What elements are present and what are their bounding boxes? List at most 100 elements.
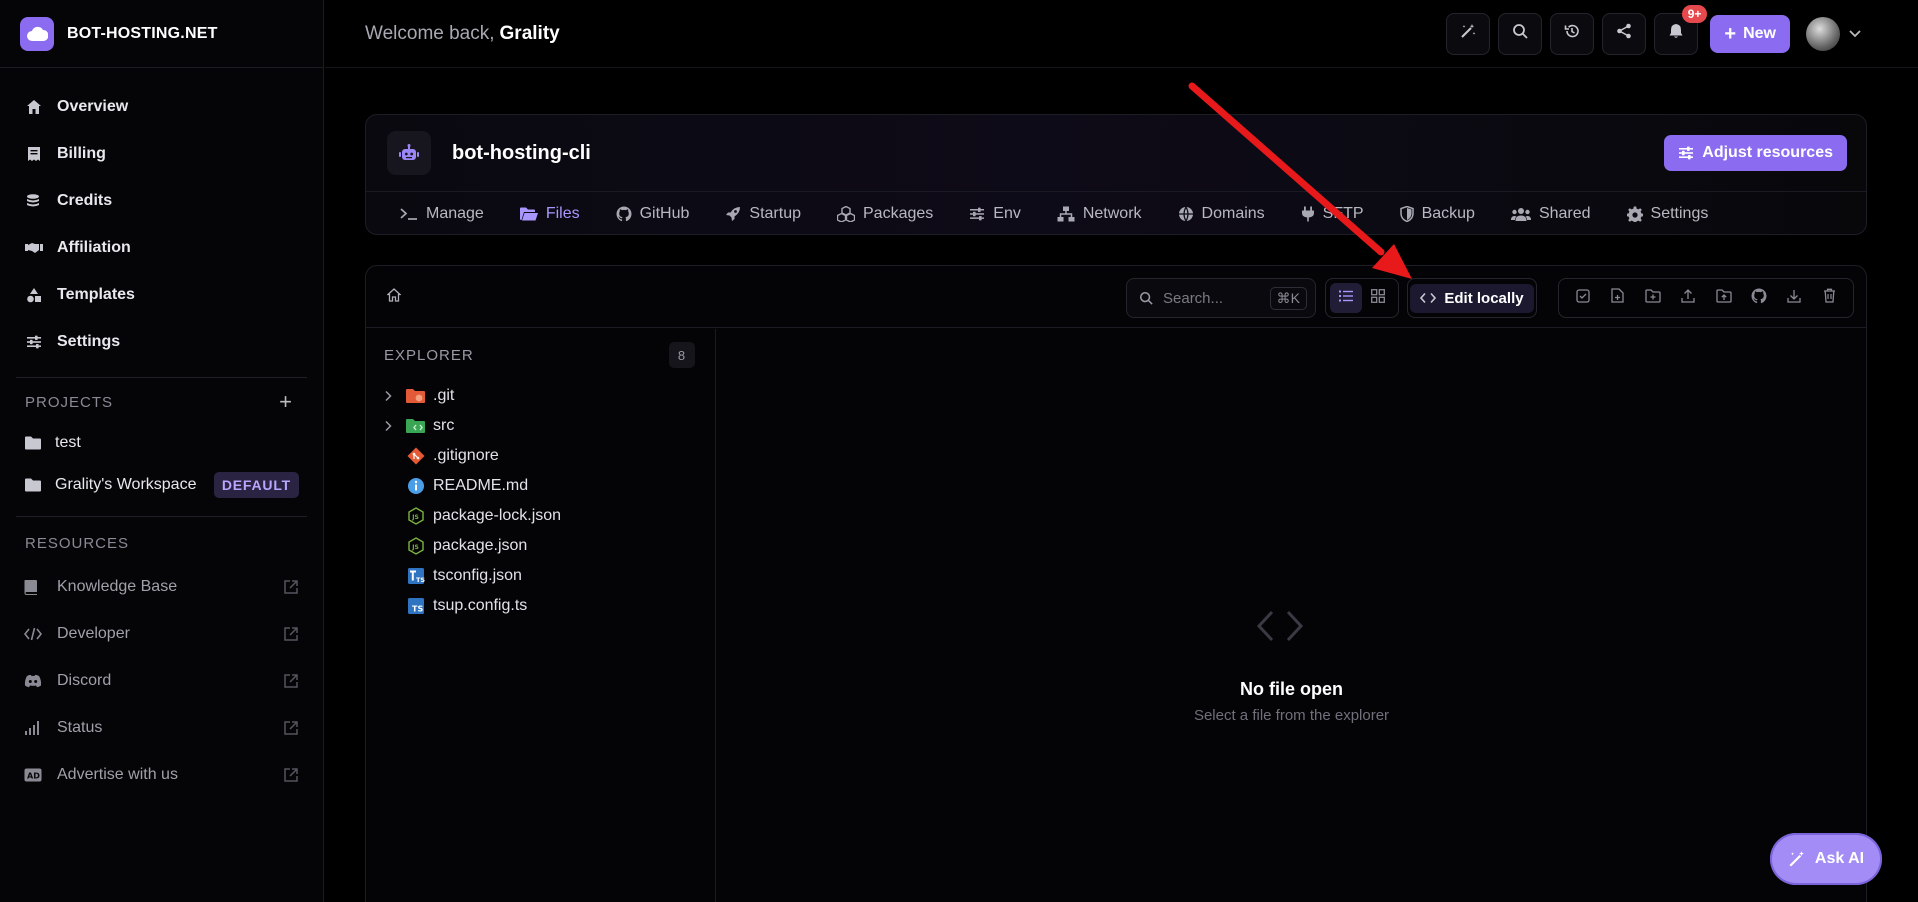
tree-file-tsup-config[interactable]: TS tsup.config.ts: [366, 591, 715, 621]
sidebar-item-billing[interactable]: Billing: [0, 130, 323, 177]
tab-env[interactable]: Env: [969, 205, 1021, 223]
projects-header: PROJECTS +: [0, 382, 323, 422]
chevron-down-icon[interactable]: [1848, 29, 1862, 39]
download-button[interactable]: [1780, 284, 1808, 312]
tab-manage[interactable]: Manage: [400, 205, 484, 223]
search-placeholder: Search...: [1163, 289, 1224, 307]
external-link-icon: [284, 673, 298, 688]
edit-locally-button[interactable]: Edit locally: [1407, 278, 1537, 318]
tab-label: SFTP: [1322, 204, 1364, 222]
tree-file-gitignore[interactable]: .gitignore: [366, 441, 715, 471]
share-button[interactable]: [1602, 12, 1647, 55]
ask-ai-button[interactable]: Ask AI: [1770, 833, 1882, 885]
tree-file-package-json[interactable]: JS package.json: [366, 531, 715, 561]
plus-icon: +: [1724, 22, 1737, 45]
receipt-icon: [24, 144, 44, 164]
chevron-right-icon[interactable]: [384, 420, 400, 432]
external-link-icon: [284, 767, 298, 782]
resource-link-discord[interactable]: Discord: [0, 657, 323, 704]
list-view-button[interactable]: [1330, 283, 1362, 313]
history-button[interactable]: [1550, 12, 1595, 55]
magic-wand-button[interactable]: [1446, 12, 1491, 55]
select-all-button[interactable]: [1569, 284, 1597, 312]
tree-file-tsconfig[interactable]: TS tsconfig.json: [366, 561, 715, 591]
info-icon: [406, 477, 426, 495]
delete-button[interactable]: [1815, 284, 1843, 312]
nodejs-icon: JS: [406, 537, 426, 555]
tab-sftp[interactable]: SFTP: [1301, 205, 1364, 223]
main-nav: Overview Billing Credits Affiliation Tem…: [0, 68, 323, 365]
sidebar-item-overview[interactable]: Overview: [0, 83, 323, 130]
bell-icon: [1668, 23, 1684, 44]
tab-shared[interactable]: Shared: [1510, 204, 1591, 223]
sidebar-item-credits[interactable]: Credits: [0, 177, 323, 224]
resource-label: Advertise with us: [57, 765, 178, 783]
tree-file-package-lock[interactable]: JS package-lock.json: [366, 501, 715, 531]
sidebar-item-settings[interactable]: Settings: [0, 318, 323, 365]
tab-backup[interactable]: Backup: [1399, 205, 1475, 223]
search-button[interactable]: [1498, 12, 1543, 55]
tab-settings[interactable]: Settings: [1626, 204, 1709, 223]
folder-open-icon: [519, 207, 538, 221]
new-file-button[interactable]: [1604, 284, 1632, 312]
project-item-test[interactable]: test: [0, 422, 323, 464]
resource-link-developer[interactable]: Developer: [0, 610, 323, 657]
new-button[interactable]: + New: [1710, 14, 1790, 53]
tab-files[interactable]: Files: [519, 205, 580, 223]
coins-icon: [24, 191, 44, 211]
new-folder-button[interactable]: [1639, 284, 1667, 312]
tab-network[interactable]: Network: [1057, 205, 1142, 223]
typescript-icon: TS: [406, 597, 426, 615]
project-item-gralitys-workspace[interactable]: Grality's Workspace DEFAULT: [0, 464, 323, 506]
sidebar-item-affiliation[interactable]: Affiliation: [0, 224, 323, 271]
tab-startup[interactable]: Startup: [725, 205, 801, 223]
add-project-plus-icon[interactable]: +: [279, 391, 293, 413]
upload-icon: [1681, 288, 1696, 308]
users-icon: [1510, 207, 1531, 221]
chevron-right-icon[interactable]: [384, 390, 400, 402]
project-label: test: [55, 434, 81, 451]
external-link-icon: [284, 720, 298, 735]
checkbox-icon: [1575, 288, 1590, 308]
github-button[interactable]: [1745, 284, 1773, 312]
sidebar-item-label: Overview: [57, 97, 129, 115]
tree-folder-git[interactable]: .git: [366, 381, 715, 411]
resource-link-advertise[interactable]: AD Advertise with us: [0, 751, 323, 798]
projects-heading: PROJECTS: [25, 393, 114, 411]
avatar[interactable]: [1806, 16, 1840, 51]
tab-label: Settings: [1650, 204, 1709, 222]
file-search-input[interactable]: Search... ⌘K: [1126, 278, 1316, 318]
empty-title: No file open: [1240, 679, 1343, 699]
book-icon: [24, 579, 44, 595]
tree-file-readme[interactable]: README.md: [366, 471, 715, 501]
upload-button[interactable]: [1674, 284, 1702, 312]
home-icon[interactable]: [386, 288, 402, 307]
tab-label: Env: [993, 204, 1021, 222]
tree-folder-src[interactable]: src: [366, 411, 715, 441]
download-icon: [1787, 289, 1801, 308]
code-brackets-icon: [1254, 609, 1306, 648]
sidebar-item-templates[interactable]: Templates: [0, 271, 323, 318]
upload-folder-button[interactable]: [1710, 284, 1738, 312]
ask-ai-label: Ask AI: [1814, 850, 1865, 867]
tab-github[interactable]: GitHub: [616, 205, 689, 223]
search-icon: [1512, 23, 1529, 44]
resources-heading: RESOURCES: [25, 534, 130, 552]
top-bar: Welcome back, Grality 9+ + New: [325, 0, 1918, 68]
folder-upload-icon: [1715, 288, 1732, 308]
file-actions: [1558, 278, 1854, 318]
folder-plus-icon: [1645, 288, 1661, 308]
tab-domains[interactable]: Domains: [1178, 205, 1265, 223]
grid-view-button[interactable]: [1362, 283, 1394, 313]
tab-packages[interactable]: Packages: [837, 205, 933, 223]
resource-link-status[interactable]: Status: [0, 704, 323, 751]
notifications-button[interactable]: 9+: [1654, 4, 1708, 55]
adjust-resources-button[interactable]: Adjust resources: [1664, 135, 1847, 171]
sliders-icon: [24, 332, 44, 352]
resource-link-knowledge-base[interactable]: Knowledge Base: [0, 563, 323, 610]
cloud-logo-icon: [20, 16, 54, 51]
tab-label: Shared: [1538, 204, 1591, 222]
server-name: bot-hosting-cli: [452, 142, 591, 164]
view-toggle: [1325, 278, 1399, 318]
brand[interactable]: BOT-HOSTING.NET: [0, 0, 323, 68]
